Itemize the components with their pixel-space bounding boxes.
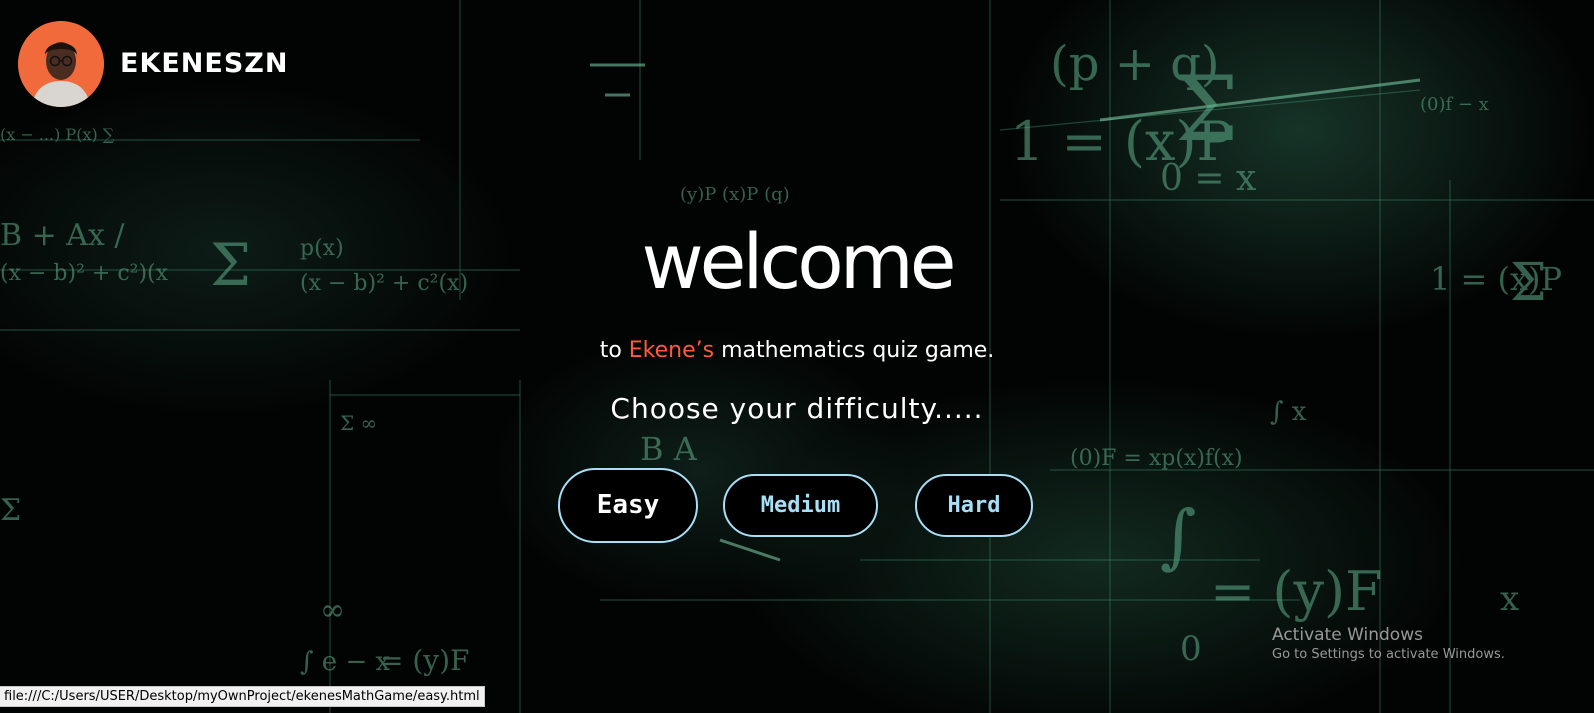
svg-text:∫: ∫ [1160, 495, 1196, 577]
svg-text:x: x [1500, 579, 1519, 619]
easy-button[interactable]: Easy [558, 468, 698, 543]
svg-text:= (y)F: = (y)F [380, 644, 469, 677]
svg-text:(y)P (x)P (q): (y)P (x)P (q) [680, 184, 790, 205]
page-background: (p + q) Σ 1 = (x)P 0 = x 1 = (x)P Σ B + … [0, 0, 1594, 713]
watermark-subtitle: Go to Settings to activate Windows. [1272, 647, 1505, 662]
svg-text:(x − ...) P(x) ∑: (x − ...) P(x) ∑ [0, 125, 115, 144]
username-label: EKENESZN [120, 48, 289, 79]
avatar [18, 21, 104, 107]
profile-photo-icon [18, 21, 104, 107]
svg-text:Σ: Σ [0, 493, 21, 528]
watermark-title: Activate Windows [1272, 625, 1423, 645]
subtitle-prefix: to [599, 338, 629, 363]
svg-text:(0)f − x: (0)f − x [1420, 94, 1489, 115]
link-status-bar: file:///C:/Users/USER/Desktop/myOwnProje… [0, 686, 485, 707]
svg-text:(p + q): (p + q) [1050, 36, 1220, 92]
svg-text:0 = x: 0 = x [1160, 158, 1256, 199]
svg-text:0: 0 [1180, 629, 1202, 669]
svg-text:= (y)F: = (y)F [1210, 560, 1383, 623]
difficulty-prompt: Choose your difficulty..... [610, 392, 984, 425]
svg-text:∫ e − x: ∫ e − x [300, 647, 391, 677]
svg-text:1 = (x)P: 1 = (x)P [1010, 110, 1233, 173]
welcome-subtitle: to Ekene’s mathematics quiz game. [0, 336, 1594, 366]
svg-text:B A: B A [640, 430, 698, 468]
svg-text:Σ: Σ [1175, 57, 1239, 162]
medium-button[interactable]: Medium [723, 474, 878, 537]
subtitle-suffix: mathematics quiz game. [714, 338, 995, 363]
welcome-heading: welcome [641, 217, 956, 306]
hard-button[interactable]: Hard [915, 474, 1033, 537]
svg-text:∞: ∞ [320, 593, 345, 628]
author-name: Ekene’s [628, 338, 715, 363]
activate-windows-watermark: Activate Windows Go to Settings to activ… [1272, 624, 1505, 664]
svg-text:(0)F = xp(x)f(x): (0)F = xp(x)f(x) [1070, 446, 1243, 471]
